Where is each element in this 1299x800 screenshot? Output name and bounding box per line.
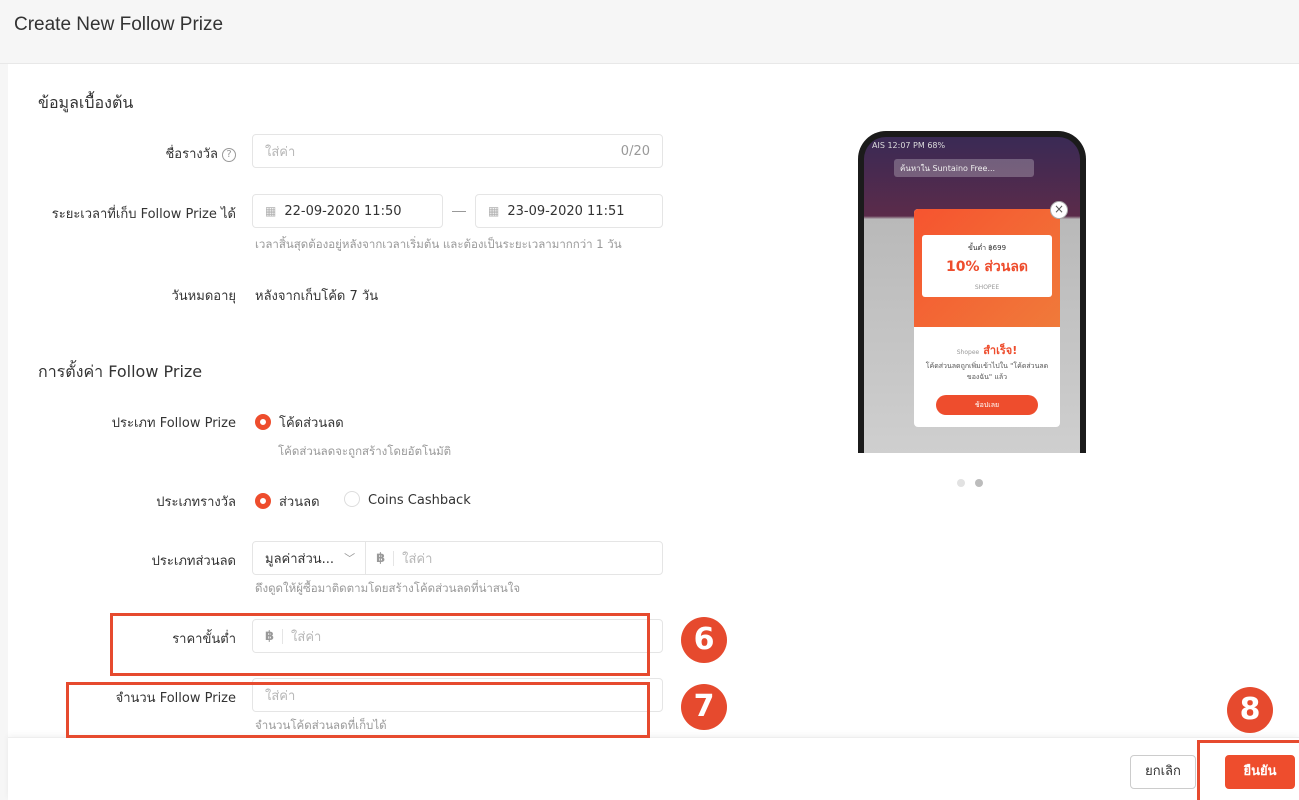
carousel-dot-active[interactable] xyxy=(975,479,983,487)
prize-type-label: ประเภท Follow Prize xyxy=(111,416,236,431)
popup-shop-button: ช้อปเลย xyxy=(936,395,1038,415)
calendar-icon: ▦ xyxy=(265,204,277,218)
annotation-box-7 xyxy=(66,682,650,738)
popup-success-text: สำเร็จ! xyxy=(983,344,1018,357)
page-title: Create New Follow Prize xyxy=(14,14,224,35)
reward-radio-discount[interactable]: ส่วนลด xyxy=(255,491,320,512)
discount-hint: ดึงดูดให้ผู้ซื้อมาติดตามโดยสร้างโค้ดส่วน… xyxy=(255,581,521,595)
reward-radio-coins[interactable]: Coins Cashback xyxy=(344,491,471,508)
voucher-shop: SHOPEE xyxy=(974,284,1000,291)
annotation-box-8 xyxy=(1197,740,1299,800)
reward-option-coins: Coins Cashback xyxy=(368,493,471,508)
prize-name-label-text: ชื่อรางวัล xyxy=(165,147,218,162)
calendar-icon: ▦ xyxy=(488,204,500,218)
prize-type-hint: โค้ดส่วนลดจะถูกสร้างโดยอัตโนมัติ xyxy=(278,444,452,458)
prize-type-option: โค้ดส่วนลด xyxy=(279,416,344,431)
popup-banner: ขั้นต่ำ ฿699 10% ส่วนลด SHOPEE xyxy=(914,209,1060,327)
section-title-basic: ข้อมูลเบื้องต้น xyxy=(38,93,134,112)
prize-name-label: ชื่อรางวัล? xyxy=(6,143,236,164)
voucher-discount: 10% ส่วนลด xyxy=(945,259,1029,275)
discount-amount-input[interactable]: ใส่ค่า xyxy=(402,548,432,569)
annotation-badge-7: 7 xyxy=(681,684,727,730)
page-header: Create New Follow Prize xyxy=(0,0,1299,64)
section-title-settings: การตั้งค่า Follow Prize xyxy=(38,362,203,381)
prize-name-placeholder: ใส่ค่า xyxy=(265,144,296,160)
carousel-dot[interactable] xyxy=(957,479,965,487)
voucher-card: ขั้นต่ำ ฿699 10% ส่วนลด SHOPEE xyxy=(922,235,1052,297)
phone-preview: AIS 12:07 PM 68% ค้นหาใน Suntaino Free..… xyxy=(858,131,1086,453)
annotation-badge-6: 6 xyxy=(681,617,727,663)
popup-success: Shopee สำเร็จ! xyxy=(914,341,1060,359)
footer-bar: ยกเลิก ยืนยัน xyxy=(8,737,1299,800)
voucher-popup: ขั้นต่ำ ฿699 10% ส่วนลด SHOPEE Shopee สำเ… xyxy=(914,209,1060,427)
reward-type-label: ประเภทรางวัล xyxy=(156,495,236,510)
end-date-picker[interactable]: ▦ 23-09-2020 11:51 xyxy=(475,194,663,228)
popup-description: โค้ดส่วนลดถูกเพิ่มเข้าไปใน "โค้ดส่วนลดขอ… xyxy=(925,362,1049,381)
discount-type-label: ประเภทส่วนลด xyxy=(151,554,236,569)
voucher-min-spend: ขั้นต่ำ ฿699 xyxy=(967,244,1007,252)
baht-currency-prefix: ฿ xyxy=(376,550,395,566)
phone-search-bar: ค้นหาใน Suntaino Free... xyxy=(894,159,1034,177)
radio-unselected-icon xyxy=(344,491,360,507)
end-date-value: 23-09-2020 11:51 xyxy=(507,203,625,219)
date-range-separator xyxy=(452,211,466,212)
carousel-dots xyxy=(957,476,993,491)
discount-type-select[interactable]: มูลค่าส่วน... ﹀ xyxy=(265,542,367,574)
annotation-box-6 xyxy=(110,613,650,676)
expiry-label: วันหมดอายุ xyxy=(171,289,237,304)
close-icon: × xyxy=(1050,201,1068,219)
prize-name-input[interactable]: ใส่ค่า 0/20 xyxy=(252,134,663,168)
help-icon[interactable]: ? xyxy=(222,148,236,162)
expiry-value: หลังจากเก็บโค้ด 7 วัน xyxy=(255,289,379,304)
prize-type-radio-voucher[interactable]: โค้ดส่วนลด xyxy=(255,412,344,433)
reward-option-discount: ส่วนลด xyxy=(279,495,320,510)
radio-selected-icon xyxy=(255,414,271,430)
radio-selected-icon xyxy=(255,493,271,509)
chevron-down-icon: ﹀ xyxy=(344,552,356,565)
period-hint: เวลาสิ้นสุดต้องอยู่หลังจากเวลาเริ่มต้น แ… xyxy=(255,237,622,251)
collect-period-label: ระยะเวลาที่เก็บ Follow Prize ได้ xyxy=(51,207,236,222)
popup-brand: Shopee xyxy=(956,349,980,356)
discount-type-value: มูลค่าส่วน... xyxy=(265,551,335,567)
start-date-value: 22-09-2020 11:50 xyxy=(284,203,402,219)
discount-amount-group: มูลค่าส่วน... ﹀ ฿ ใส่ค่า xyxy=(252,541,663,575)
annotation-badge-8: 8 xyxy=(1227,687,1273,733)
cancel-button[interactable]: ยกเลิก xyxy=(1130,755,1196,789)
start-date-picker[interactable]: ▦ 22-09-2020 11:50 xyxy=(252,194,443,228)
phone-screen: AIS 12:07 PM 68% ค้นหาใน Suntaino Free..… xyxy=(864,137,1080,453)
phone-status-bar: AIS 12:07 PM 68% xyxy=(872,141,946,150)
char-counter: 0/20 xyxy=(620,143,650,159)
